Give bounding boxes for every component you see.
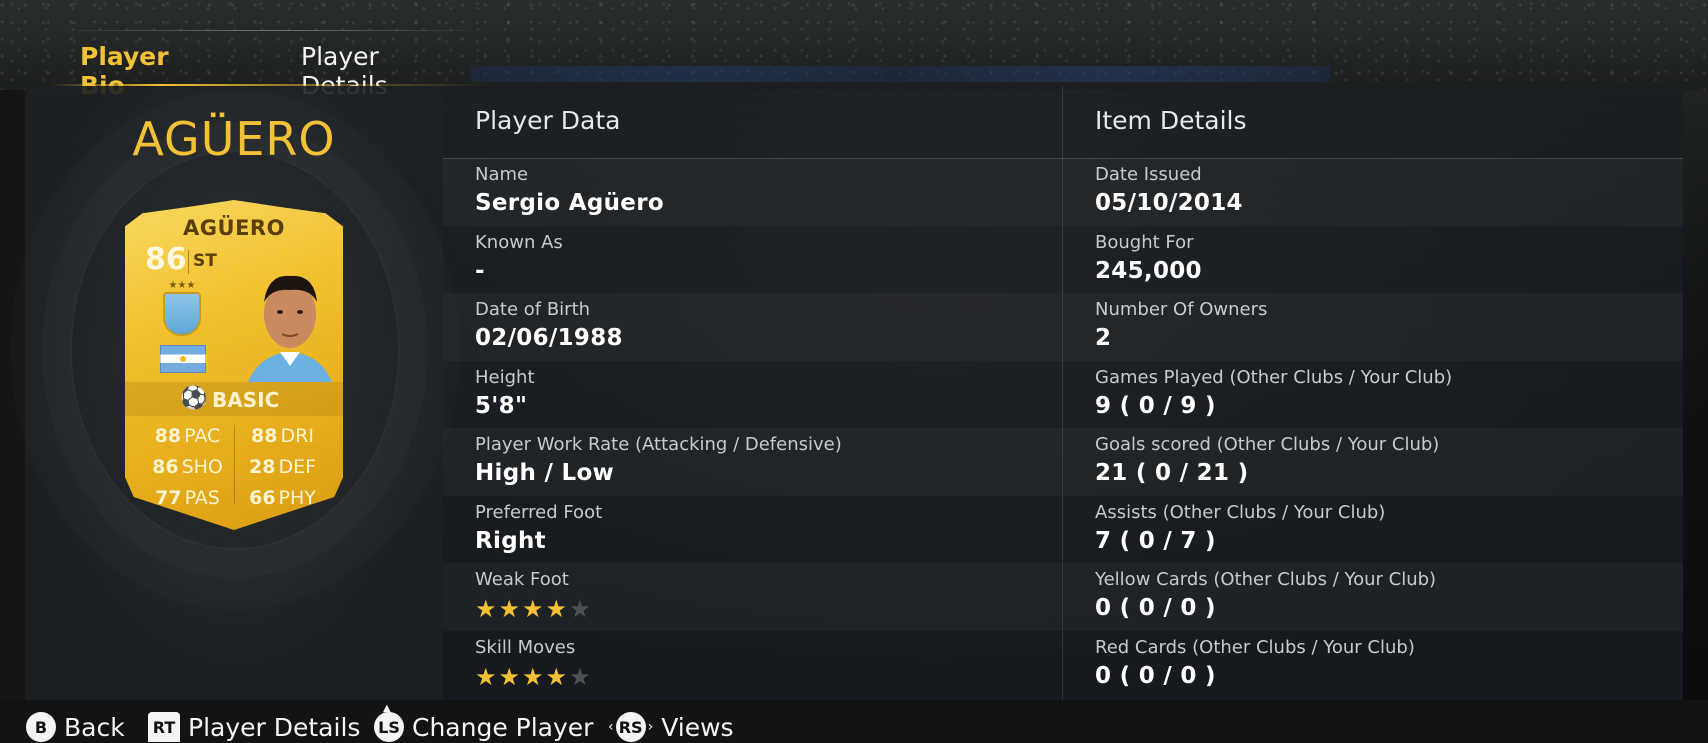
card-rating: 86: [145, 242, 187, 277]
star-filled-icon: ★: [475, 595, 499, 623]
item-row-goals-scored: Goals scored (Other Clubs / Your Club) 2…: [1063, 428, 1683, 496]
flag-sun-icon: [180, 356, 186, 362]
player-data-title: Player Data: [475, 106, 621, 135]
chemistry-style-icon: ⚽: [180, 386, 208, 411]
item-row-games-played: Games Played (Other Clubs / Your Club) 9…: [1095, 366, 1453, 419]
stick-up-arrow-icon: ▲: [383, 703, 391, 714]
card-position: ST: [193, 251, 217, 271]
item-details-title: Item Details: [1095, 106, 1247, 135]
item-row-assists: Assists (Other Clubs / Your Club) 7 ( 0 …: [1095, 501, 1386, 554]
club-crest-icon: [163, 292, 201, 336]
club-crest-stars-icon: ★★★: [168, 280, 196, 291]
star-filled-icon: ★: [475, 662, 499, 691]
player-portrait-icon: [248, 275, 332, 382]
data-row-skill-moves: Skill Moves ★★★★★: [443, 631, 1062, 699]
star-empty-icon: ★: [569, 662, 593, 691]
change-player-button[interactable]: ▲ LS Change Player: [374, 703, 593, 742]
star-filled-icon: ★: [522, 595, 546, 623]
card-rating-divider: [188, 250, 189, 274]
card-player-name: AGÜERO: [183, 216, 285, 240]
star-filled-icon: ★: [545, 595, 570, 623]
star-filled-icon: ★: [522, 662, 546, 691]
tab-bar: Player Bio Player Details: [50, 30, 490, 100]
stick-left-arrow-icon: ‹: [608, 719, 614, 735]
b-button-icon: B: [26, 712, 56, 742]
left-stick-icon: ▲ LS: [374, 703, 404, 742]
back-button[interactable]: B Back: [26, 712, 125, 742]
player-data-column: Player Data Name Sergio Agüero Known As …: [443, 86, 1062, 700]
card-stats: 88 PAC 88 DRI 86 SHO 28 DEF 77 PAS 66 PHY: [140, 420, 330, 513]
player-title: AGÜERO: [132, 112, 336, 166]
card-stat: 88 PAC: [154, 424, 221, 447]
star-empty-icon: ★: [569, 595, 593, 623]
star-filled-icon: ★: [498, 595, 523, 623]
star-filled-icon: ★: [545, 662, 570, 691]
card-stat: 86 SHO: [152, 455, 223, 478]
player-details-button[interactable]: RT Player Details: [148, 712, 360, 742]
data-row-date-of-birth: Date of Birth 02/06/1988: [443, 293, 1062, 361]
card-stat: 88 DRI: [251, 424, 314, 447]
stick-right-arrow-icon: ›: [647, 719, 654, 735]
card-stat: 28 DEF: [248, 455, 317, 478]
item-row-red-cards: Red Cards (Other Clubs / Your Club) 0 ( …: [1095, 636, 1415, 689]
stadium-ad-boards: [470, 66, 1330, 82]
data-row-preferred-foot: Preferred Foot Right: [475, 501, 603, 554]
rt-trigger-icon: RT: [148, 712, 180, 742]
data-row-name: Name Sergio Agüero: [443, 158, 1062, 226]
tab-player-bio[interactable]: Player Bio: [50, 30, 241, 100]
item-row-bought-for: Bought For 245,000: [1095, 231, 1202, 284]
skill-moves-star-rating: ★★★★★: [475, 663, 1062, 691]
item-row-date-issued: Date Issued 05/10/2014: [1063, 158, 1683, 226]
views-button[interactable]: ‹ RS › Views: [606, 712, 734, 742]
star-filled-icon: ★: [498, 662, 523, 691]
item-row-yellow-cards: Yellow Cards (Other Clubs / Your Club) 0…: [1063, 563, 1683, 631]
card-chemistry-style: BASIC: [212, 388, 280, 412]
card-stat: 66 PHY: [249, 486, 316, 509]
item-row-number-of-owners: Number Of Owners 2: [1063, 293, 1683, 361]
data-row-work-rate: Player Work Rate (Attacking / Defensive)…: [443, 428, 1062, 496]
right-stick-icon: RS: [615, 712, 646, 742]
tab-player-details[interactable]: Player Details: [271, 30, 490, 100]
data-row-known-as: Known As -: [475, 231, 563, 284]
data-row-height: Height 5'8": [475, 366, 535, 419]
card-stat: 77 PAS: [155, 486, 220, 509]
weak-foot-star-rating: ★★★★★: [475, 595, 1062, 623]
item-details-column: Item Details Date Issued 05/10/2014 Boug…: [1063, 86, 1683, 700]
data-row-weak-foot: Weak Foot ★★★★★: [443, 563, 1062, 631]
